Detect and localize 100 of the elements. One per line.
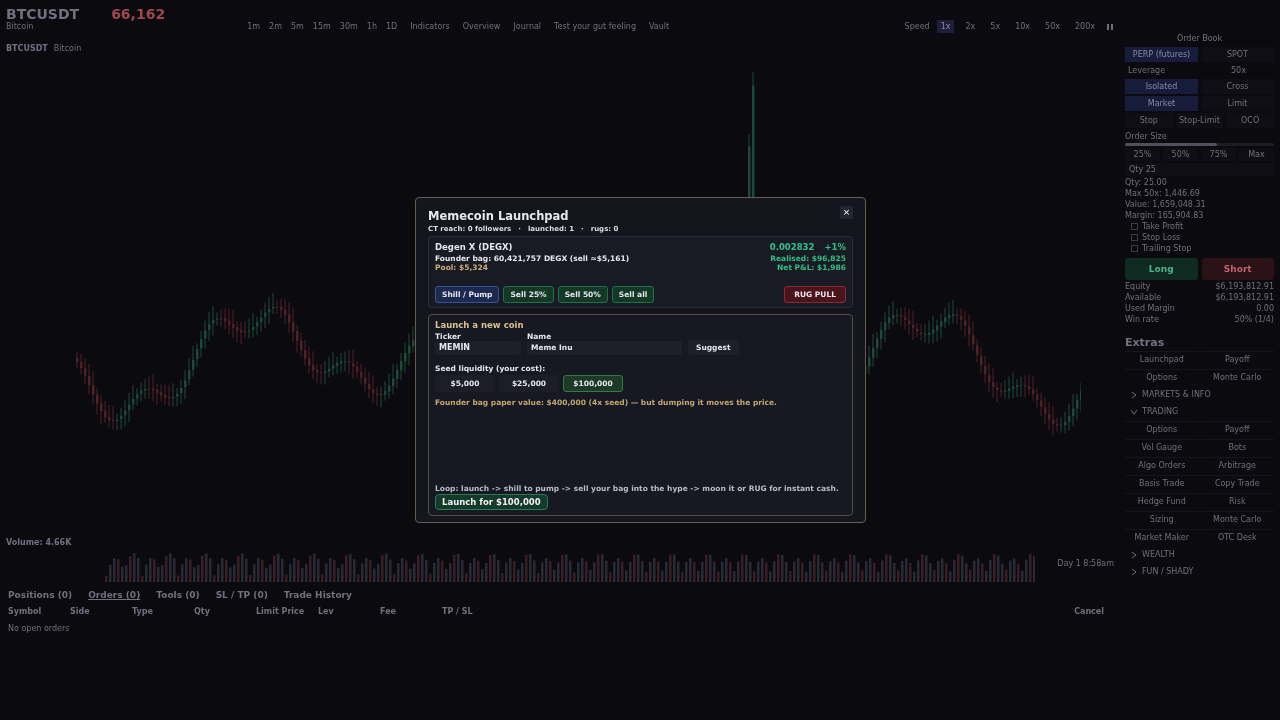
tab[interactable]: Orders (0)	[88, 590, 141, 600]
stat-label: Available	[1125, 293, 1162, 302]
stat-label: Used Margin	[1125, 304, 1175, 313]
segment-button[interactable]: OCO	[1226, 113, 1274, 128]
extras-button[interactable]: Algo Orders	[1125, 457, 1199, 473]
extras-button[interactable]: Arbitrage	[1200, 457, 1274, 473]
preset-button[interactable]: 75%	[1201, 148, 1236, 161]
speed-button[interactable]: 2x	[961, 20, 980, 33]
extras-button[interactable]: Bots	[1200, 439, 1274, 455]
timeframe-button[interactable]: 2m	[269, 22, 282, 31]
toolbar-button[interactable]: Indicators	[410, 22, 450, 31]
timeframe-button[interactable]: 5m	[290, 22, 304, 31]
column-header: Cancel	[1074, 607, 1104, 616]
segment-button[interactable]: SPOT	[1201, 47, 1274, 62]
section-header[interactable]: WEALTH	[1125, 547, 1274, 562]
preset-button[interactable]: 50%	[1163, 148, 1198, 161]
price-text: 66,162	[111, 6, 166, 22]
column-header: Limit Price	[256, 607, 306, 616]
speed-label: Speed	[904, 22, 930, 31]
toolbar-button[interactable]: Journal	[513, 22, 542, 31]
column-header: Side	[70, 607, 91, 616]
segment-button[interactable]: Stop-Limit	[1175, 113, 1224, 128]
summary-line: Qty: 25.00	[1125, 178, 1168, 187]
column-header: Symbol	[8, 607, 43, 616]
column-header: Qty	[194, 607, 211, 616]
timeframe-button[interactable]: 1h	[366, 22, 377, 31]
stat-value: $6,193,812.91	[1215, 293, 1274, 302]
tab[interactable]: Positions (0)	[8, 590, 73, 600]
extras-button[interactable]: Options	[1125, 369, 1199, 385]
toolbar-button[interactable]: Overview	[462, 22, 501, 31]
segment-button[interactable]: Isolated	[1125, 79, 1198, 94]
column-header: Type	[132, 607, 154, 616]
leverage-label: Leverage	[1128, 66, 1166, 75]
extras-button[interactable]: Sizing	[1125, 511, 1199, 527]
extras-button[interactable]: Vol Gauge	[1125, 439, 1199, 455]
pause-icon	[1106, 22, 1114, 31]
stat-label: Equity	[1125, 282, 1151, 291]
speed-button[interactable]: 5x	[986, 20, 1005, 33]
coin-price: 0.002832	[769, 242, 815, 252]
legend-name: Bitcoin	[53, 44, 82, 55]
toolbar-button[interactable]: Test your gut feeling	[554, 22, 636, 31]
extras-button[interactable]: Hedge Fund	[1125, 493, 1199, 509]
section-header[interactable]: FUN / SHADY	[1125, 564, 1274, 579]
tab[interactable]: Trade History	[283, 590, 352, 600]
order-size-slider[interactable]	[1125, 143, 1218, 146]
tab[interactable]: Tools (0)	[156, 590, 200, 600]
extras-button[interactable]: Monte Carlo	[1200, 511, 1274, 527]
segment-button[interactable]: Stop	[1125, 113, 1173, 128]
preset-button[interactable]: 25%	[1125, 148, 1160, 161]
timeframe-button[interactable]: 1m	[247, 22, 261, 31]
tab[interactable]: SL / TP (0)	[215, 590, 268, 600]
summary-line: Max 50x: 1,446.69	[1125, 189, 1201, 198]
symbol-title: BTCUSDT	[6, 6, 80, 22]
order-book-title: Order Book	[1175, 34, 1224, 43]
checkbox-label: Trailing Stop	[1142, 244, 1192, 253]
segment-button[interactable]: Cross	[1201, 79, 1274, 94]
long-button[interactable]: Long	[1125, 258, 1198, 280]
extras-button[interactable]: Monte Carlo	[1200, 369, 1274, 385]
section-header[interactable]: TRADING	[1125, 404, 1274, 419]
extras-button[interactable]: Copy Trade	[1200, 475, 1274, 491]
dialog-title: Memecoin Launchpad	[428, 209, 569, 223]
extras-button[interactable]: Market Maker	[1125, 529, 1199, 545]
segment-button[interactable]: Market	[1125, 96, 1198, 111]
section-header[interactable]: MARKETS & INFO	[1125, 387, 1274, 402]
leverage-dropdown[interactable]: 50x	[1231, 66, 1271, 75]
extras-button[interactable]: Basis Trade	[1125, 475, 1199, 491]
extras-button[interactable]: Launchpad	[1125, 351, 1199, 367]
extras-button[interactable]: Payoff	[1200, 351, 1274, 367]
symbol-name: Bitcoin	[6, 22, 35, 31]
ticker-field[interactable]: MEMIN	[435, 341, 521, 355]
extras-button[interactable]: Payoff	[1200, 421, 1274, 437]
checkbox[interactable]	[1131, 234, 1138, 241]
clock-text: Day 1 8:58am	[1057, 559, 1114, 568]
toolbar-button[interactable]: Vault	[649, 22, 670, 31]
speed-button[interactable]: 1x	[936, 20, 955, 33]
speed-button[interactable]: 200x	[1071, 20, 1099, 33]
timeframe-button[interactable]: 30m	[339, 22, 358, 31]
preset-button[interactable]: Max	[1239, 148, 1274, 161]
extras-button[interactable]: OTC Desk	[1200, 529, 1274, 545]
speed-button[interactable]: 10x	[1011, 20, 1035, 33]
checkbox[interactable]	[1131, 245, 1138, 252]
stat-value: 50% (1/4)	[1234, 315, 1274, 324]
order-size-label: Order Size	[1125, 132, 1168, 141]
quantity-field[interactable]: Qty 25	[1125, 163, 1274, 176]
timeframe-button[interactable]: 15m	[312, 22, 331, 31]
extras-button[interactable]: Risk	[1200, 493, 1274, 509]
summary-line: Margin: 165,904.83	[1125, 211, 1205, 220]
segment-button[interactable]: PERP (futures)	[1125, 47, 1198, 62]
short-button[interactable]: Short	[1201, 258, 1274, 280]
speed-button[interactable]: 50x	[1041, 20, 1064, 33]
price-change: +1%	[824, 242, 846, 252]
extras-button[interactable]: Options	[1125, 421, 1199, 437]
coin-name: Degen X (DEGX)	[435, 242, 513, 252]
close-button[interactable]: ×	[840, 206, 853, 219]
timeframe-button[interactable]: 1D	[385, 22, 398, 31]
segment-button[interactable]: Limit	[1201, 96, 1274, 111]
checkbox-label: Stop Loss	[1142, 233, 1181, 242]
checkbox[interactable]	[1131, 223, 1138, 230]
stat-value: 0.00	[1256, 304, 1274, 313]
launch-button[interactable]: Launch for $100,000	[435, 494, 548, 510]
